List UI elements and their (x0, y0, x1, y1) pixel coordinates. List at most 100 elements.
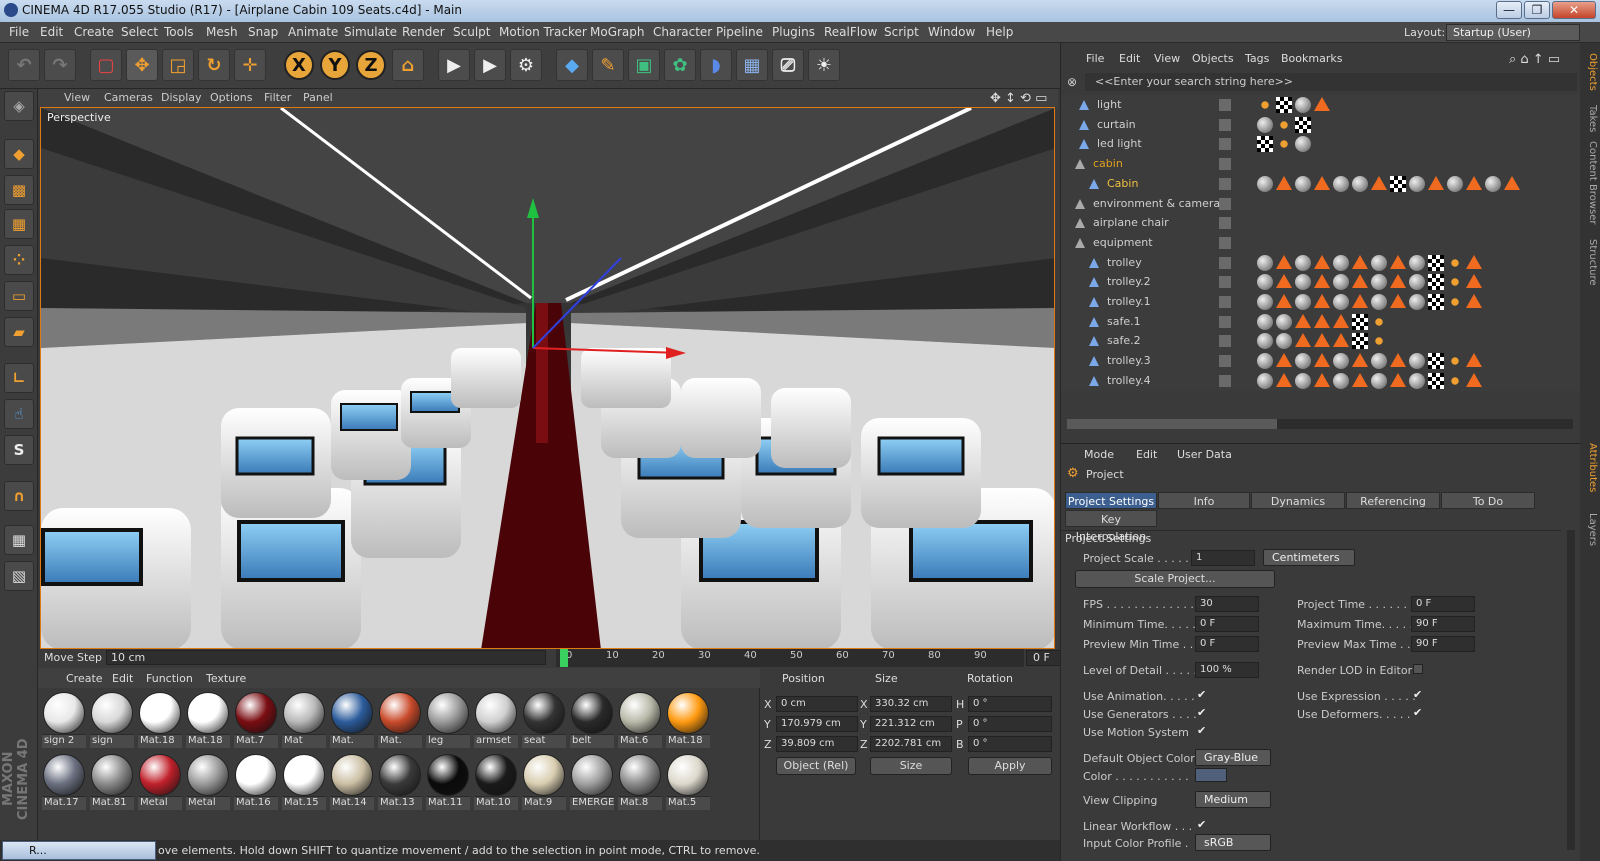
attr-menu-user-data[interactable]: User Data (1177, 448, 1232, 461)
material-tag-icon[interactable] (1333, 353, 1349, 370)
phong-tag-icon[interactable] (1466, 274, 1482, 289)
project-scale-field[interactable]: 1 (1191, 550, 1255, 566)
visibility-toggle[interactable] (1219, 138, 1231, 151)
phong-tag-icon[interactable] (1466, 294, 1482, 308)
phong-tag-icon[interactable] (1314, 372, 1330, 387)
menu-character[interactable]: Character (653, 25, 712, 39)
object-name[interactable]: trolley.1 (1107, 295, 1151, 308)
visibility-toggle[interactable] (1219, 99, 1231, 111)
menu-edit[interactable]: Edit (40, 25, 63, 39)
material-tag-icon[interactable] (1447, 175, 1463, 192)
attributes-scrollbar[interactable] (1567, 530, 1575, 850)
texture-tag-icon[interactable] (1352, 333, 1368, 350)
menu-realflow[interactable]: RealFlow (824, 25, 877, 39)
phong-tag-icon[interactable] (1466, 254, 1482, 269)
material-tag-icon[interactable] (1257, 372, 1273, 389)
object-row[interactable]: trolley (1061, 253, 1581, 273)
position-y-field[interactable]: 170.979 cm (776, 716, 858, 732)
minimum-time-field[interactable]: 0 F (1195, 616, 1259, 632)
visibility-toggle[interactable] (1219, 217, 1231, 230)
preview-max-time-field[interactable]: 90 F (1411, 636, 1475, 652)
object-row[interactable]: safe.2 (1061, 331, 1581, 351)
material-swatch[interactable]: Mat.11 (426, 754, 470, 812)
material-menu-function[interactable]: Function (146, 672, 193, 685)
material-tag-icon[interactable] (1333, 175, 1349, 192)
deformer-icon[interactable]: ◗ (700, 49, 732, 81)
make-editable-icon[interactable]: ◈ (4, 91, 34, 121)
position-x-field[interactable]: 0 cm (776, 696, 858, 712)
viewport-menu-panel[interactable]: Panel (303, 91, 333, 104)
material-tag-icon[interactable] (1333, 274, 1349, 291)
cube-primitive-icon[interactable]: ◆ (556, 49, 588, 81)
solo-mode-icon[interactable]: S (4, 435, 34, 465)
material-swatch[interactable]: Metal (138, 754, 182, 812)
rotation-p-field[interactable]: 0 ° (968, 716, 1052, 732)
object-row[interactable]: safe.1 (1061, 312, 1581, 332)
view-clipping-dropdown[interactable]: Medium (1195, 791, 1271, 808)
object-row[interactable]: equipment (1061, 233, 1581, 253)
search-close-icon[interactable]: ⊗ (1067, 75, 1077, 89)
material-tag-icon[interactable] (1257, 254, 1273, 271)
object-row[interactable]: trolley.1 (1061, 292, 1581, 312)
model-mode-icon[interactable]: ◆ (4, 139, 34, 169)
selection-tag-icon[interactable] (1447, 372, 1463, 389)
material-swatch[interactable]: Mat.7 (234, 692, 278, 750)
planar-workplane-icon[interactable]: ▧ (4, 561, 34, 591)
phong-tag-icon[interactable] (1352, 274, 1368, 289)
material-swatch[interactable]: EMERGE (570, 754, 614, 812)
phong-tag-icon[interactable] (1352, 372, 1368, 387)
material-swatch[interactable]: Mat.10 (474, 754, 518, 812)
phong-tag-icon[interactable] (1314, 175, 1330, 190)
texture-tag-icon[interactable] (1428, 274, 1444, 291)
material-swatch[interactable]: Mat.18 (138, 692, 182, 750)
visibility-toggle[interactable] (1219, 236, 1231, 249)
maximum-time-field[interactable]: 90 F (1411, 616, 1475, 632)
scale-unit-dropdown[interactable]: Centimeters (1263, 549, 1355, 566)
live-selection-icon[interactable]: ▢ (90, 49, 122, 81)
menu-render[interactable]: Render (402, 25, 445, 39)
size-x-field[interactable]: 330.32 cm (870, 696, 952, 712)
object-menu-file[interactable]: File (1086, 52, 1104, 65)
object-row[interactable]: led light (1061, 134, 1581, 154)
material-swatch[interactable]: Mat.15 (282, 754, 326, 812)
material-tag-icon[interactable] (1409, 353, 1425, 370)
texture-mode-icon[interactable]: ▩ (4, 175, 34, 205)
phong-tag-icon[interactable] (1428, 175, 1444, 190)
project-time-field[interactable]: 0 F (1411, 596, 1475, 612)
object-row[interactable]: light (1061, 95, 1581, 115)
material-swatch[interactable]: Mat. (378, 692, 422, 750)
material-tag-icon[interactable] (1295, 353, 1311, 370)
material-tag-icon[interactable] (1276, 313, 1292, 330)
material-tag-icon[interactable] (1295, 136, 1311, 153)
menu-simulate[interactable]: Simulate (344, 25, 397, 39)
menu-snap[interactable]: Snap (248, 25, 278, 39)
transform-tool-icon[interactable]: ✛ (234, 49, 266, 81)
texture-tag-icon[interactable] (1428, 254, 1444, 271)
selection-tag-icon[interactable] (1447, 294, 1463, 310)
side-tab-attributes[interactable]: Attributes (1582, 443, 1598, 492)
texture-tag-icon[interactable] (1428, 353, 1444, 370)
move-step-field[interactable]: 10 cm (106, 650, 546, 665)
preview-min-time-field[interactable]: 0 F (1195, 636, 1259, 652)
material-menu-create[interactable]: Create (66, 672, 103, 685)
timeline-ruler[interactable]: 0 10 20 30 40 50 60 70 80 90 (556, 649, 1024, 667)
undo-icon[interactable]: ↶ (8, 49, 40, 81)
material-tag-icon[interactable] (1257, 333, 1273, 350)
phong-tag-icon[interactable] (1295, 313, 1311, 328)
phong-tag-icon[interactable] (1390, 353, 1406, 368)
object-name[interactable]: curtain (1097, 118, 1136, 131)
side-tab-content-browser[interactable]: Content Browser (1582, 141, 1598, 224)
side-tab-structure[interactable]: Structure (1582, 239, 1598, 286)
phong-tag-icon[interactable] (1314, 97, 1330, 111)
phong-tag-icon[interactable] (1276, 294, 1292, 308)
viewport-menu-filter[interactable]: Filter (264, 91, 291, 104)
material-swatch[interactable]: Mat.81 (90, 754, 134, 812)
phong-tag-icon[interactable] (1295, 333, 1311, 348)
use-generators-checkbox[interactable]: ✔ (1197, 707, 1207, 718)
object-row[interactable]: trolley.2 (1061, 272, 1581, 292)
viewport-menu-display[interactable]: Display (161, 91, 202, 104)
phong-tag-icon[interactable] (1276, 353, 1292, 368)
rotate-tool-icon[interactable]: ↻ (198, 49, 230, 81)
light-bulb-icon[interactable]: ☀ (808, 49, 840, 81)
viewport-menu-cameras[interactable]: Cameras (104, 91, 153, 104)
